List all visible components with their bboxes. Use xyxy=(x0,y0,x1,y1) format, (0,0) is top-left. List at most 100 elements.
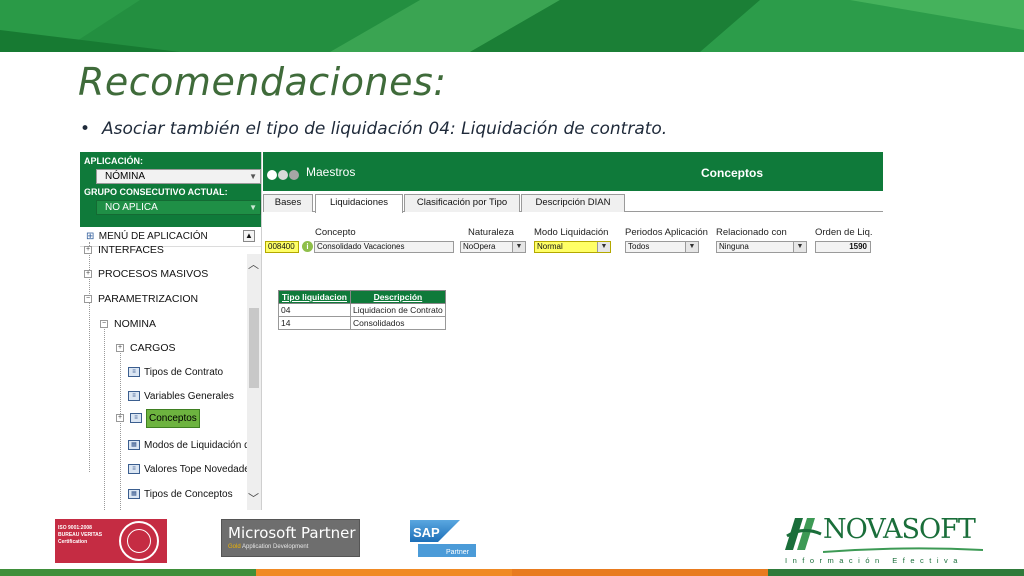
sap-brand-text: SAP xyxy=(413,525,440,540)
bureau-veritas-logo: ISO 9001:2008 BUREAU VERITAS Certificati… xyxy=(55,519,167,563)
minus-expander-icon[interactable]: − xyxy=(84,295,92,304)
orden-liq-label: Orden de Liq. xyxy=(815,227,873,238)
navigation-tree: + INTERFACES + PROCESOS MASIVOS − PARAMETRI… xyxy=(80,242,248,510)
table-header-row: Tipo liquidacion Descripción xyxy=(278,290,446,304)
tree-item-valores-tope[interactable]: ≡ Valores Tope Novedades xyxy=(128,464,248,475)
chevron-down-icon: ▼ xyxy=(597,242,610,252)
concepto-label: Concepto xyxy=(315,227,356,238)
concepto-code-input[interactable]: 008400 xyxy=(265,241,299,253)
left-panel: APLICACIÓN: NÓMINA ▼ GRUPO CONSECUTIVO A… xyxy=(80,152,262,510)
plus-expander-icon[interactable]: + xyxy=(116,414,124,423)
tab-clasificacion[interactable]: Clasificación por Tipo xyxy=(404,194,520,212)
liquidation-types-table: Tipo liquidacion Descripción 04 Liquidac… xyxy=(278,290,446,330)
plus-expander-icon[interactable]: + xyxy=(84,246,92,255)
form-icon: ≡ xyxy=(128,367,140,378)
tree-item-conceptos[interactable]: + ≡ Conceptos xyxy=(116,409,200,428)
column-header-tipo[interactable]: Tipo liquidacion xyxy=(278,290,351,304)
footer-color-bar xyxy=(0,569,1024,576)
sap-logo-icon: SAP Partner xyxy=(410,520,476,557)
sap-partner-logo: SAP Partner xyxy=(410,518,478,558)
naturaleza-label: Naturaleza xyxy=(468,227,514,238)
column-header-descripcion[interactable]: Descripción xyxy=(350,290,446,304)
grupo-label: GRUPO CONSECUTIVO ACTUAL: xyxy=(84,187,228,197)
tree-item-tipos-conceptos[interactable]: ▦ Tipos de Conceptos xyxy=(128,489,233,500)
banner-graphic xyxy=(0,0,1024,52)
tab-descripcion-dian[interactable]: Descripción DIAN xyxy=(521,194,625,212)
menu-title: MENÚ DE APLICACIÓN xyxy=(98,231,208,242)
modo-liquidacion-select[interactable]: Normal ▼ xyxy=(534,241,611,253)
lookup-icon[interactable]: i xyxy=(302,241,313,252)
chevron-up-icon[interactable]: ︿ xyxy=(248,256,259,272)
microsoft-partner-subtitle: Gold Application Development xyxy=(228,544,309,550)
app-window: APLICACIÓN: NÓMINA ▼ GRUPO CONSECUTIVO A… xyxy=(80,152,883,510)
right-panel-header: Maestros Conceptos xyxy=(263,152,883,191)
cell-tipo: 14 xyxy=(278,316,351,330)
periodos-aplicacion-label: Periodos Aplicación xyxy=(625,227,708,238)
microsoft-partner-title: Microsoft Partner xyxy=(228,524,356,542)
cell-descripcion: Liquidacion de Contrato xyxy=(350,303,446,317)
microsoft-partner-logo: Microsoft Partner Gold Application Devel… xyxy=(221,519,360,557)
tree-item-interfaces[interactable]: + INTERFACES xyxy=(84,244,164,256)
right-panel: Maestros Conceptos Bases Liquidaciones C… xyxy=(263,152,883,510)
form-title: Conceptos xyxy=(701,166,764,180)
table-row[interactable]: 04 Liquidacion de Contrato xyxy=(278,303,446,317)
bullet-symbol: • xyxy=(80,119,91,139)
novasoft-logo: NOVASOFT Información Efectiva xyxy=(783,512,983,568)
orden-liq-input[interactable]: 1590 xyxy=(815,241,871,253)
scrollbar-thumb[interactable] xyxy=(249,308,259,388)
chevron-down-icon: ▼ xyxy=(512,242,525,252)
chevron-down-icon: ▼ xyxy=(793,242,806,252)
tree-guide-line xyxy=(120,350,121,510)
novasoft-swoosh-icon xyxy=(823,547,983,553)
dropdown-arrow-icon: ▼ xyxy=(249,172,257,181)
cell-tipo: 04 xyxy=(278,303,351,317)
tab-bar: Bases Liquidaciones Clasificación por Ti… xyxy=(263,194,883,213)
grid-icon: ▦ xyxy=(128,440,140,451)
tree-item-variables-generales[interactable]: ≡ Variables Generales xyxy=(128,391,234,402)
concepto-name-input[interactable]: Consolidado Vacaciones xyxy=(314,241,454,253)
collapse-icon[interactable]: ▲ xyxy=(243,230,255,242)
relacionado-con-select[interactable]: Ninguna ▼ xyxy=(716,241,807,253)
tree-item-parametrizacion[interactable]: − PARAMETRIZACION xyxy=(84,293,198,305)
form-icon: ≡ xyxy=(130,413,142,424)
form-icon: ≡ xyxy=(128,464,140,475)
novasoft-tagline: Información Efectiva xyxy=(785,556,963,565)
bullet-text: Asociar también el tipo de liquidación 0… xyxy=(102,119,668,139)
tree-menu-icon: ⊞ xyxy=(86,231,95,242)
novasoft-wordmark: NOVASOFT xyxy=(823,514,976,545)
chevron-down-icon: ▼ xyxy=(685,242,698,252)
sap-partner-text: Partner xyxy=(446,549,470,556)
periodos-aplicacion-select[interactable]: Todos ▼ xyxy=(625,241,699,253)
grupo-value: NO APLICA xyxy=(105,202,158,213)
aplicacion-value: NÓMINA xyxy=(105,171,145,182)
tree-item-tipos-contrato[interactable]: ≡ Tipos de Contrato xyxy=(128,367,223,378)
grid-icon: ▦ xyxy=(128,489,140,500)
tree-item-cargos[interactable]: + CARGOS xyxy=(116,342,176,354)
plus-expander-icon[interactable]: + xyxy=(84,270,92,279)
table-row[interactable]: 14 Consolidados xyxy=(278,316,446,330)
bureau-veritas-text: ISO 9001:2008 BUREAU VERITAS Certificati… xyxy=(58,525,103,545)
tree-scrollbar[interactable]: ︿ ﹀ xyxy=(247,254,261,510)
tab-liquidaciones[interactable]: Liquidaciones xyxy=(315,194,403,213)
aplicacion-select[interactable]: NÓMINA ▼ xyxy=(96,169,261,184)
module-name: Maestros xyxy=(306,165,356,179)
bullet-point: • Asociar también el tipo de liquidación … xyxy=(80,119,667,139)
tree-guide-line xyxy=(104,322,105,510)
tree-item-nomina[interactable]: − NOMINA xyxy=(100,318,156,330)
grupo-select[interactable]: NO APLICA ▼ xyxy=(96,200,261,215)
cell-descripcion: Consolidados xyxy=(350,316,446,330)
plus-expander-icon[interactable]: + xyxy=(116,344,124,353)
top-banner xyxy=(0,0,1024,52)
tab-bases[interactable]: Bases xyxy=(263,194,313,212)
tree-item-procesos-masivos[interactable]: + PROCESOS MASIVOS xyxy=(84,268,208,280)
minus-expander-icon[interactable]: − xyxy=(100,320,108,329)
naturaleza-select[interactable]: NoOpera ▼ xyxy=(460,241,526,253)
chevron-down-icon[interactable]: ﹀ xyxy=(248,490,259,506)
left-panel-header: APLICACIÓN: NÓMINA ▼ GRUPO CONSECUTIVO A… xyxy=(80,152,261,227)
window-dots-icon xyxy=(267,167,300,185)
aplicacion-label: APLICACIÓN: xyxy=(84,156,143,166)
certification-seal-inner-icon xyxy=(127,529,151,553)
form-icon: ≡ xyxy=(128,391,140,402)
tree-item-modos-liquidacion[interactable]: ▦Modos de Liquidación de C xyxy=(128,440,248,451)
modo-liquidacion-label: Modo Liquidación xyxy=(534,227,609,238)
